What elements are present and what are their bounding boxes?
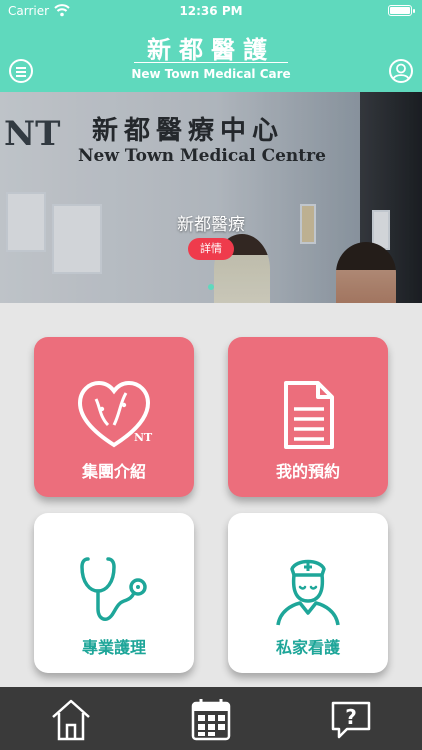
- hero-banner[interactable]: NT 新都醫療中心 New Town Medical Centre 新都醫療 詳…: [0, 92, 422, 303]
- title-divider: [134, 62, 288, 63]
- app-header: 新都醫護 New Town Medical Care: [0, 22, 422, 92]
- svg-text:NT: NT: [134, 431, 153, 444]
- tab-bar: ?: [0, 687, 422, 750]
- app-title: 新都醫護: [147, 36, 275, 64]
- feature-grid: NT 集團介紹 我的預約 專業護理 私家看護: [0, 303, 422, 687]
- professional-care-label: 專業護理: [81, 638, 146, 657]
- app-subtitle: New Town Medical Care: [131, 67, 291, 81]
- group-intro-label: 集團介紹: [81, 462, 146, 481]
- profile-button[interactable]: [389, 59, 413, 83]
- my-appointments-label: 我的預約: [275, 462, 340, 481]
- document-icon: [284, 381, 334, 449]
- banner-detail-button[interactable]: 詳情: [188, 238, 234, 260]
- my-appointments-card[interactable]: 我的預約: [228, 337, 388, 497]
- calendar-icon[interactable]: [189, 697, 233, 741]
- group-intro-card[interactable]: NT 集團介紹: [34, 337, 194, 497]
- banner-title: 新都醫療: [177, 215, 245, 235]
- professional-care-card[interactable]: 專業護理: [34, 513, 194, 673]
- status-bar: Carrier 12:36 PM: [0, 0, 422, 22]
- heart-faces-logo-icon: NT: [77, 380, 153, 448]
- private-nursing-label: 私家看護: [275, 638, 340, 657]
- stethoscope-icon: [80, 557, 147, 621]
- banner-page-indicator[interactable]: [0, 275, 422, 294]
- home-icon[interactable]: [49, 697, 93, 741]
- help-bubble-icon[interactable]: ?: [329, 697, 373, 741]
- svg-text:?: ?: [345, 705, 357, 729]
- private-nursing-card[interactable]: 私家看護: [228, 513, 388, 673]
- battery-icon: [388, 5, 415, 16]
- clock: 12:36 PM: [179, 4, 243, 18]
- nurse-icon: [276, 559, 340, 626]
